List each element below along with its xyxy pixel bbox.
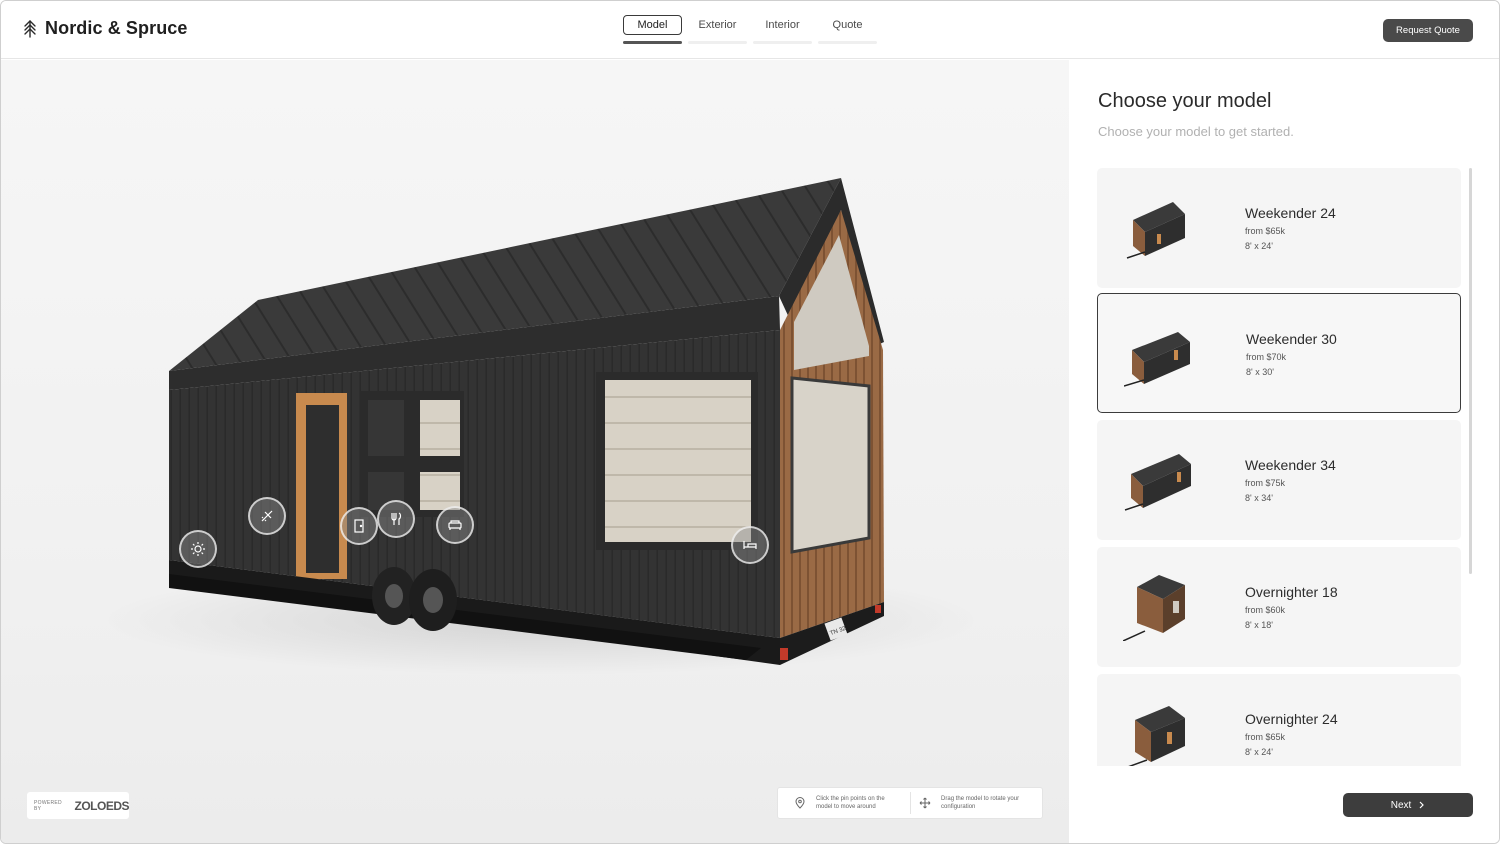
interaction-hints: Click the pin points on the model to mov… bbox=[777, 787, 1043, 819]
hint-text: Drag the model to rotate your configurat… bbox=[941, 796, 1020, 810]
model-price: from $65k bbox=[1245, 226, 1286, 236]
move-icon bbox=[919, 797, 931, 809]
model-price: from $65k bbox=[1245, 732, 1286, 742]
model-name: Overnighter 24 bbox=[1245, 711, 1338, 727]
tab-progress-bar bbox=[623, 41, 682, 44]
hint-text: Click the pin points on the model to mov… bbox=[816, 796, 885, 810]
pin-icon bbox=[795, 797, 805, 809]
hotspot-shower[interactable] bbox=[248, 497, 286, 535]
hint-pin: Click the pin points on the model to mov… bbox=[778, 792, 910, 814]
model-name: Weekender 34 bbox=[1245, 457, 1336, 473]
tab-model[interactable]: Model bbox=[623, 15, 682, 45]
tab-label: Quote bbox=[832, 19, 863, 31]
model-name: Weekender 24 bbox=[1245, 205, 1336, 221]
brand-name: Nordic & Spruce bbox=[45, 18, 188, 38]
app-window: Nordic & Spruce Model Exterior Interior … bbox=[0, 0, 1500, 844]
model-thumbnail bbox=[1126, 202, 1185, 259]
model-thumbnail bbox=[1123, 575, 1185, 641]
next-label: Next bbox=[1390, 799, 1412, 811]
tab-progress-bar bbox=[753, 41, 812, 44]
powered-by-badge[interactable]: POWERED BY ZOLOEDS bbox=[27, 792, 129, 819]
model-name: Overnighter 18 bbox=[1245, 584, 1338, 600]
tab-exterior[interactable]: Exterior bbox=[688, 15, 747, 45]
request-quote-button[interactable]: Request Quote bbox=[1383, 19, 1473, 42]
config-tabs: Model Exterior Interior Quote bbox=[623, 15, 877, 45]
panel-subtitle: Choose your model to get started. bbox=[1098, 124, 1294, 139]
hint-drag: Drag the model to rotate your configurat… bbox=[910, 792, 1042, 814]
model-price: from $75k bbox=[1245, 478, 1286, 488]
tab-label: Exterior bbox=[698, 19, 737, 31]
sofa-icon bbox=[448, 520, 462, 530]
kitchen-icon bbox=[391, 512, 402, 525]
sun-icon bbox=[191, 542, 205, 556]
model-price: from $60k bbox=[1245, 605, 1286, 615]
model-card-overnighter-24[interactable]: Overnighter 24 from $65k 8' x 24' bbox=[1097, 674, 1461, 766]
powered-by-label: POWERED BY bbox=[34, 799, 62, 812]
tab-interior[interactable]: Interior bbox=[753, 15, 812, 45]
brand[interactable]: Nordic & Spruce bbox=[23, 18, 188, 39]
tab-quote[interactable]: Quote bbox=[818, 15, 877, 45]
shower-icon bbox=[261, 510, 273, 522]
tree-icon bbox=[24, 19, 36, 38]
model-size: 8' x 24' bbox=[1245, 241, 1273, 251]
tiny-house-model[interactable]: TN 32 bbox=[1, 60, 1069, 844]
hotspot-sofa[interactable] bbox=[436, 506, 474, 544]
hotspot-door[interactable] bbox=[340, 507, 378, 545]
model-card-weekender-34[interactable]: Weekender 34 from $75k 8' x 34' bbox=[1097, 420, 1461, 540]
hotspot-kitchen[interactable] bbox=[377, 500, 415, 538]
model-size: 8' x 30' bbox=[1246, 367, 1274, 377]
model-thumbnail bbox=[1124, 332, 1190, 387]
model-thumbnail bbox=[1124, 454, 1191, 511]
model-thumbnail bbox=[1128, 706, 1185, 766]
tab-label: Model bbox=[623, 15, 682, 35]
tab-label: Interior bbox=[765, 19, 800, 31]
model-price: from $70k bbox=[1246, 352, 1287, 362]
door-icon bbox=[354, 519, 364, 533]
next-button[interactable]: Next bbox=[1343, 793, 1473, 817]
model-list-scrollbar[interactable] bbox=[1469, 168, 1472, 574]
bed-icon bbox=[743, 541, 757, 549]
hotspot-sun[interactable] bbox=[179, 530, 217, 568]
model-size: 8' x 18' bbox=[1245, 620, 1273, 630]
tab-progress-bar bbox=[688, 41, 747, 44]
chevron-right-icon bbox=[1419, 801, 1425, 809]
model-card-weekender-30[interactable]: Weekender 30 from $70k 8' x 30' bbox=[1097, 293, 1461, 413]
tab-progress-bar bbox=[818, 41, 877, 44]
model-viewer[interactable]: TN 32 POWERED BY ZOLOEDS Click the pin p… bbox=[1, 60, 1069, 844]
model-panel: Choose your model Choose your model to g… bbox=[1069, 60, 1499, 843]
model-size: 8' x 24' bbox=[1245, 747, 1273, 757]
top-bar: Nordic & Spruce Model Exterior Interior … bbox=[1, 1, 1499, 59]
model-list[interactable]: Weekender 24 from $65k 8' x 24' Weekende… bbox=[1097, 168, 1463, 766]
panel-title: Choose your model bbox=[1098, 90, 1272, 112]
model-card-overnighter-18[interactable]: Overnighter 18 from $60k 8' x 18' bbox=[1097, 547, 1461, 667]
model-size: 8' x 34' bbox=[1245, 493, 1273, 503]
vendor-logo: ZOLOEDS bbox=[74, 798, 129, 813]
hotspot-bed[interactable] bbox=[731, 526, 769, 564]
model-name: Weekender 30 bbox=[1246, 331, 1337, 347]
model-card-weekender-24[interactable]: Weekender 24 from $65k 8' x 24' bbox=[1097, 168, 1461, 288]
